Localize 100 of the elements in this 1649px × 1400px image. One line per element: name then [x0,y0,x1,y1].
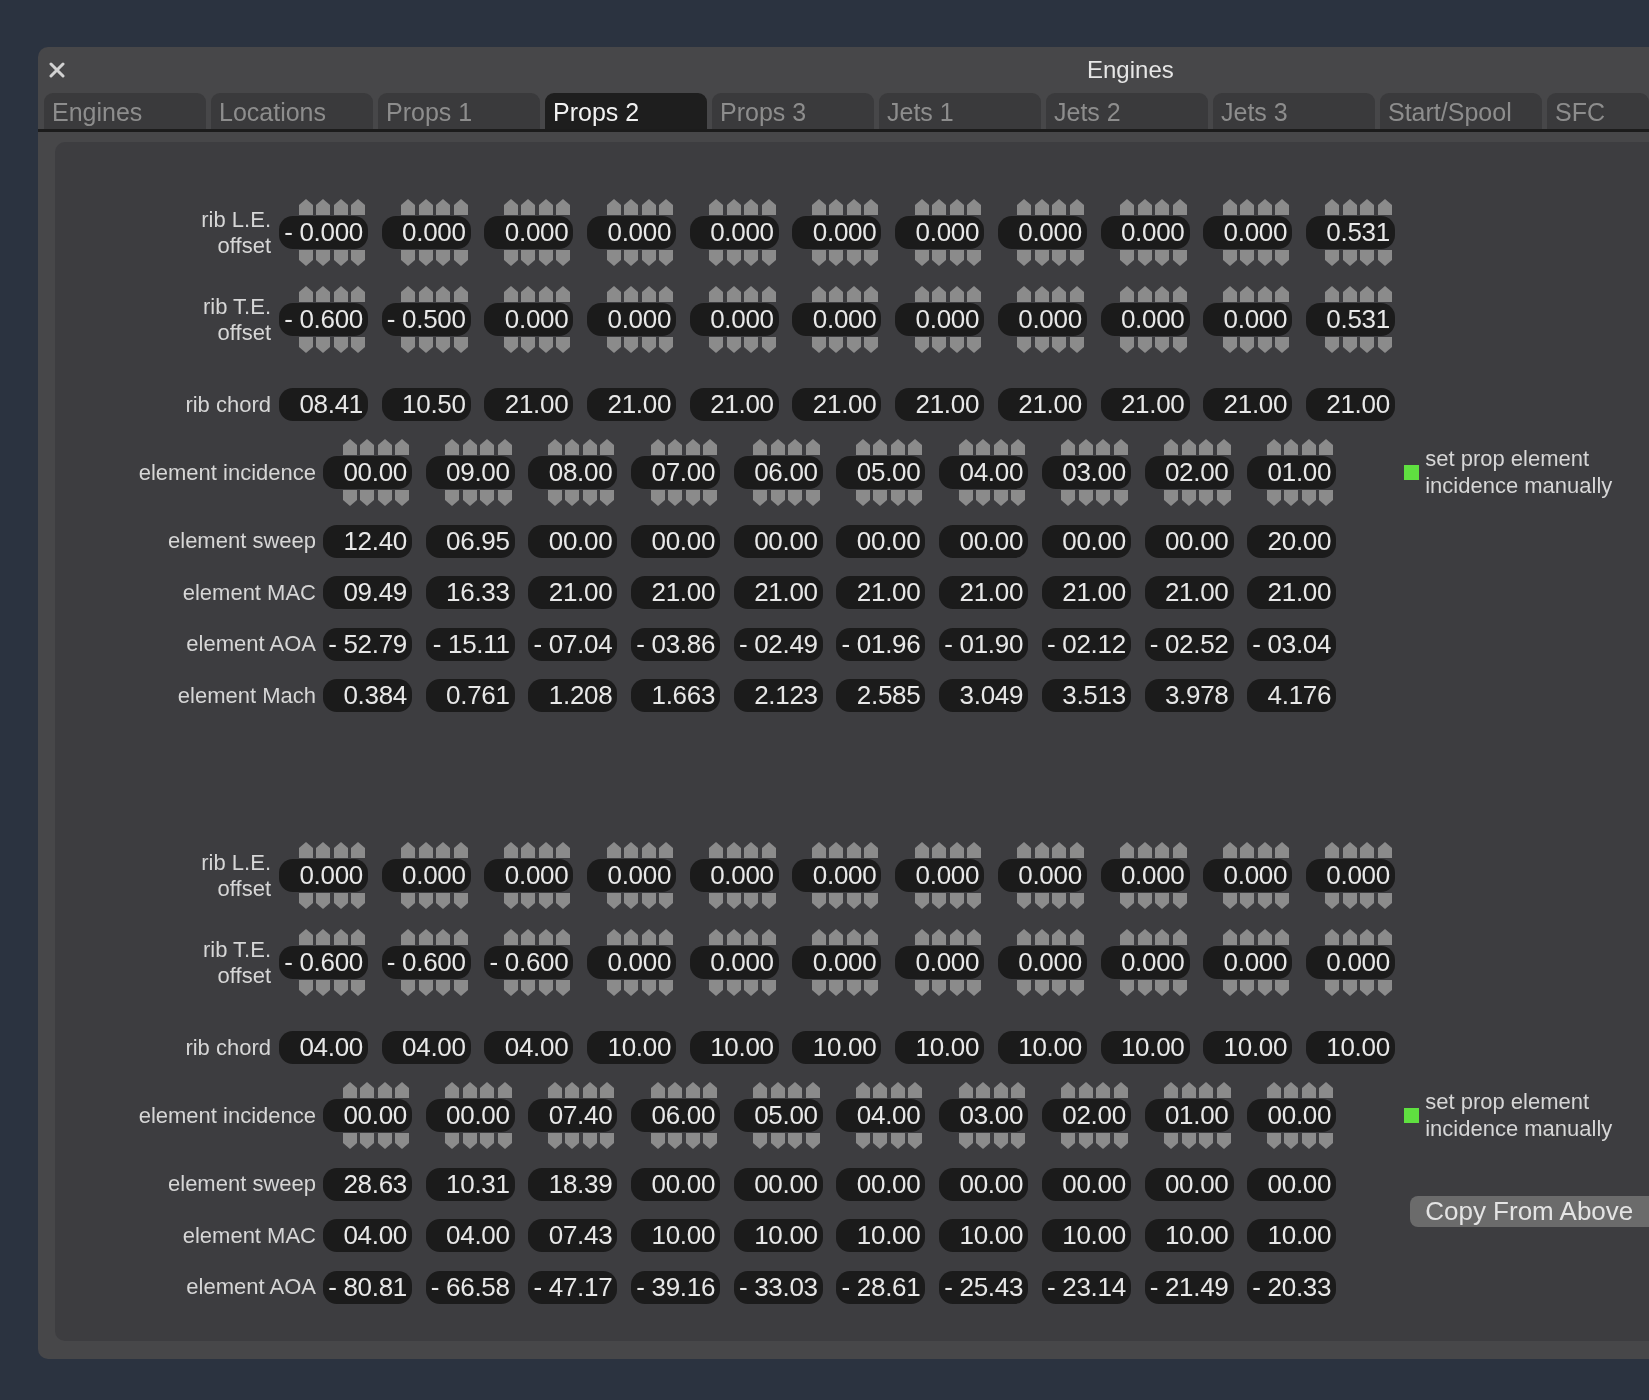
number-field[interactable]: 05.00 [733,1099,823,1132]
up-arrow-icon[interactable] [453,199,468,215]
up-arrow-icon[interactable] [1199,1082,1213,1098]
down-arrow-icon[interactable] [1017,250,1032,266]
up-arrow-icon[interactable] [1017,842,1032,858]
up-arrow-icon[interactable] [1325,286,1340,302]
down-arrow-icon[interactable] [503,337,518,353]
number-field[interactable]: 0.000 [1203,216,1293,249]
number-field[interactable]: 0.000 [279,859,368,892]
number-field[interactable]: 00.00 [1247,1099,1337,1132]
down-arrow-icon[interactable] [1052,337,1067,353]
down-arrow-icon[interactable] [1222,250,1237,266]
down-arrow-icon[interactable] [1377,980,1392,996]
up-arrow-icon[interactable] [316,929,330,945]
up-arrow-icon[interactable] [641,286,656,302]
down-arrow-icon[interactable] [761,337,776,353]
down-arrow-icon[interactable] [445,1133,460,1149]
up-arrow-icon[interactable] [624,842,639,858]
down-arrow-icon[interactable] [503,893,518,909]
number-field[interactable]: 10.00 [895,1031,985,1064]
down-arrow-icon[interactable] [753,1133,768,1149]
down-arrow-icon[interactable] [401,893,416,909]
up-arrow-icon[interactable] [503,929,518,945]
down-arrow-icon[interactable] [770,1133,785,1149]
down-arrow-icon[interactable] [1360,337,1375,353]
up-arrow-icon[interactable] [298,286,313,302]
number-field[interactable]: - 52.79 [323,627,412,661]
down-arrow-icon[interactable] [1342,893,1357,909]
up-arrow-icon[interactable] [1017,286,1032,302]
down-arrow-icon[interactable] [1377,337,1392,353]
up-arrow-icon[interactable] [462,439,477,455]
up-arrow-icon[interactable] [753,439,768,455]
number-field[interactable]: - 0.000 [279,216,368,249]
up-arrow-icon[interactable] [709,286,724,302]
down-arrow-icon[interactable] [453,337,468,353]
up-arrow-icon[interactable] [914,929,929,945]
down-arrow-icon[interactable] [377,490,392,506]
down-arrow-icon[interactable] [1137,250,1152,266]
number-field[interactable]: 0.000 [587,303,677,336]
down-arrow-icon[interactable] [351,893,365,909]
down-arrow-icon[interactable] [360,490,374,506]
down-arrow-icon[interactable] [1325,337,1340,353]
up-arrow-icon[interactable] [316,199,330,215]
number-field[interactable]: 10.00 [939,1219,1029,1252]
up-arrow-icon[interactable] [538,286,553,302]
up-arrow-icon[interactable] [1240,199,1255,215]
up-arrow-icon[interactable] [1069,842,1084,858]
down-arrow-icon[interactable] [1034,250,1049,266]
down-arrow-icon[interactable] [659,893,674,909]
up-arrow-icon[interactable] [1137,199,1152,215]
up-arrow-icon[interactable] [600,1082,615,1098]
down-arrow-icon[interactable] [1240,250,1255,266]
down-arrow-icon[interactable] [1377,250,1392,266]
number-field[interactable]: 04.00 [425,1219,515,1252]
down-arrow-icon[interactable] [624,980,639,996]
down-arrow-icon[interactable] [932,980,947,996]
number-field[interactable]: - 0.500 [381,303,471,336]
down-arrow-icon[interactable] [538,337,553,353]
number-field[interactable]: 12.40 [323,524,412,558]
up-arrow-icon[interactable] [770,1082,785,1098]
number-field[interactable]: 0.000 [792,946,882,979]
number-field[interactable]: 0.000 [997,859,1087,892]
up-arrow-icon[interactable] [1181,439,1196,455]
down-arrow-icon[interactable] [445,490,460,506]
up-arrow-icon[interactable] [1222,199,1237,215]
up-arrow-icon[interactable] [333,199,348,215]
up-arrow-icon[interactable] [1360,929,1375,945]
number-field[interactable]: - 02.52 [1144,627,1234,661]
down-arrow-icon[interactable] [703,1133,718,1149]
up-arrow-icon[interactable] [1240,929,1255,945]
up-arrow-icon[interactable] [298,842,313,858]
down-arrow-icon[interactable] [1120,337,1134,353]
down-arrow-icon[interactable] [1137,337,1152,353]
number-field[interactable]: 10.00 [1041,1219,1131,1252]
up-arrow-icon[interactable] [1137,929,1152,945]
down-arrow-icon[interactable] [641,980,656,996]
up-arrow-icon[interactable] [624,286,639,302]
up-arrow-icon[interactable] [1284,439,1299,455]
up-arrow-icon[interactable] [873,1082,888,1098]
number-field[interactable]: - 39.16 [631,1270,721,1304]
up-arrow-icon[interactable] [890,1082,905,1098]
up-arrow-icon[interactable] [761,199,776,215]
up-arrow-icon[interactable] [1275,199,1290,215]
down-arrow-icon[interactable] [418,337,433,353]
number-field[interactable]: 00.00 [1144,524,1234,558]
up-arrow-icon[interactable] [855,439,870,455]
up-arrow-icon[interactable] [1377,842,1392,858]
up-arrow-icon[interactable] [1017,199,1032,215]
down-arrow-icon[interactable] [606,980,621,996]
up-arrow-icon[interactable] [1172,286,1187,302]
up-arrow-icon[interactable] [864,929,879,945]
number-field[interactable]: 0.000 [1203,859,1293,892]
number-field[interactable]: 10.00 [1100,1031,1190,1064]
up-arrow-icon[interactable] [805,439,820,455]
down-arrow-icon[interactable] [914,893,929,909]
up-arrow-icon[interactable] [401,199,416,215]
down-arrow-icon[interactable] [914,980,929,996]
down-arrow-icon[interactable] [1096,490,1111,506]
down-arrow-icon[interactable] [582,490,597,506]
number-field[interactable]: 10.50 [381,388,471,421]
